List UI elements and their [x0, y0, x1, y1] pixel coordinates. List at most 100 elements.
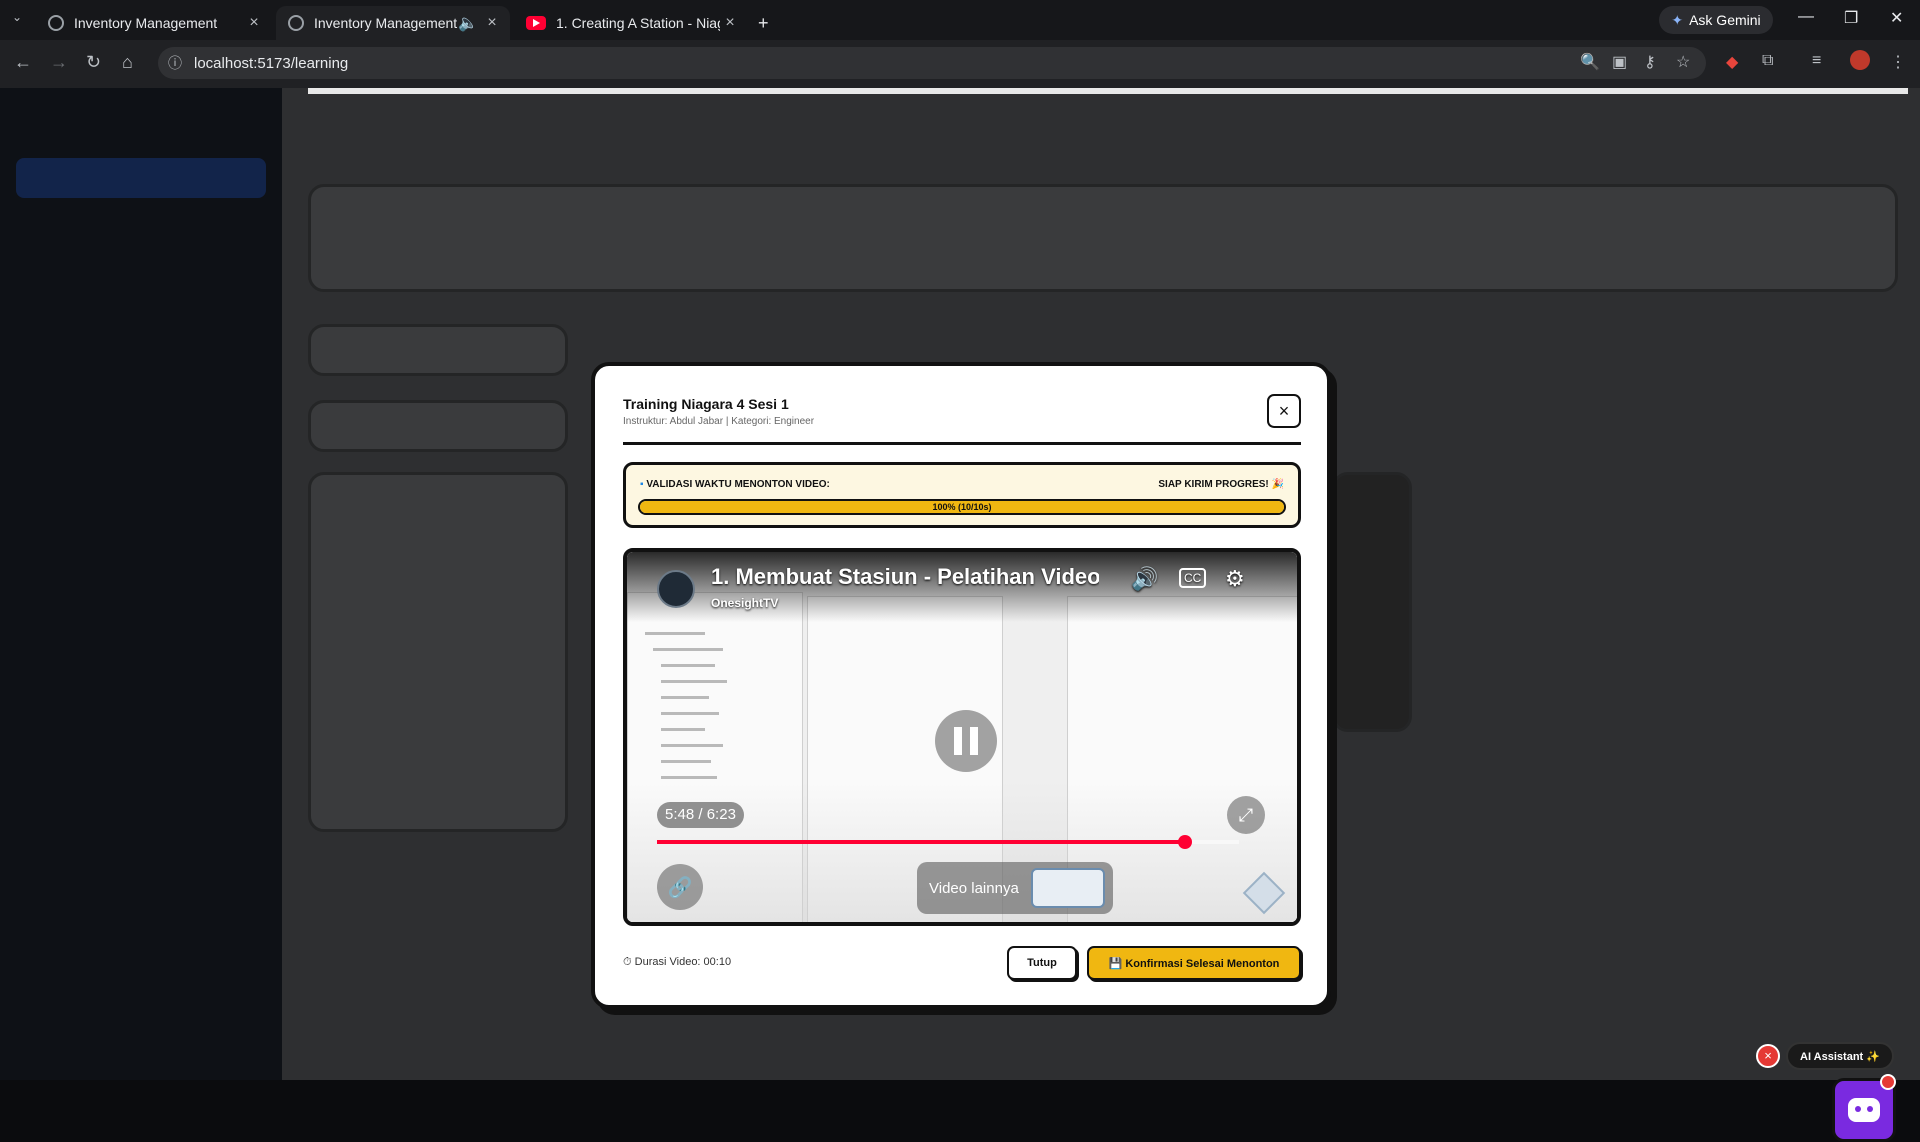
- globe-icon: [288, 15, 304, 31]
- page-viewport: Training Niagara 4 Sesi 1 Instruktur: Ab…: [0, 88, 1920, 1142]
- current-time: 5:48: [665, 806, 695, 823]
- video-tree-row: [661, 680, 727, 683]
- url-text: localhost:5173/learning: [194, 54, 349, 72]
- video-tree-row: [661, 744, 723, 747]
- youtube-player[interactable]: 1. Membuat Stasiun - Pelatihan Video Nia…: [623, 548, 1301, 926]
- top-nav-strip: [308, 88, 1908, 94]
- form-card: [308, 472, 568, 832]
- pause-bar: [954, 727, 962, 755]
- volume-icon[interactable]: 🔊: [1131, 566, 1158, 592]
- modal-subtitle: Instruktur: Abdul Jabar | Kategori: Engi…: [623, 416, 815, 427]
- modal-close-button[interactable]: ×: [1267, 394, 1301, 428]
- info-icon: ▪: [640, 479, 644, 490]
- tab-strip: ⌄ Inventory Management × Inventory Manag…: [0, 0, 1920, 40]
- pause-button[interactable]: [935, 710, 997, 772]
- close-assistant-icon[interactable]: ×: [1756, 1044, 1780, 1068]
- tab-inventory-2[interactable]: Inventory Management 🔈 ×: [276, 6, 510, 40]
- menu-kebab-icon[interactable]: ⋮: [1890, 52, 1906, 72]
- video-modal: Training Niagara 4 Sesi 1 Instruktur: Ab…: [591, 362, 1331, 1009]
- globe-icon: [48, 15, 64, 31]
- watch-validation-box: ▪ VALIDASI WAKTU MENONTON VIDEO: SIAP KI…: [623, 462, 1301, 528]
- video-time: 5:48 / 6:23: [657, 802, 744, 828]
- video-tree-row: [661, 776, 717, 779]
- close-window-icon[interactable]: ✕: [1890, 8, 1903, 28]
- video-tree-row: [661, 728, 705, 731]
- zoom-icon[interactable]: 🔍: [1580, 52, 1600, 72]
- speaker-icon[interactable]: 🔈: [458, 13, 478, 33]
- back-icon[interactable]: ←: [14, 52, 32, 73]
- total-duration: 6:23: [706, 806, 736, 823]
- sidebar-dimmed: [0, 88, 282, 1080]
- media-controls-icon[interactable]: ≡: [1812, 52, 1821, 70]
- browser-chrome: ⌄ Inventory Management × Inventory Manag…: [0, 0, 1920, 88]
- video-tree-row: [661, 712, 719, 715]
- tab-title: Inventory Management: [74, 15, 218, 31]
- clock-icon: ⏱: [623, 956, 632, 968]
- youtube-icon: [526, 16, 546, 30]
- new-tab-button[interactable]: +: [754, 6, 784, 40]
- reload-icon[interactable]: ↻: [86, 52, 101, 73]
- tab-title: Inventory Management: [314, 15, 458, 31]
- home-icon[interactable]: ⌂: [122, 52, 133, 73]
- modal-divider: [623, 442, 1301, 445]
- video-title[interactable]: 1. Membuat Stasiun - Pelatihan Video Nia…: [711, 564, 1099, 590]
- validation-label-text: VALIDASI WAKTU MENONTON VIDEO:: [646, 479, 830, 490]
- tab-inventory-1[interactable]: Inventory Management ×: [36, 6, 272, 40]
- password-key-icon[interactable]: ⚷: [1644, 52, 1656, 72]
- video-tree-row: [653, 648, 723, 651]
- share-link-icon[interactable]: 🔗: [657, 864, 703, 910]
- modal-title: Training Niagara 4 Sesi 1: [623, 396, 789, 412]
- video-tree-row: [661, 760, 711, 763]
- time-separator: /: [694, 806, 707, 823]
- video-tree-row: [661, 664, 715, 667]
- validation-status: SIAP KIRIM PROGRES! 🎉: [1158, 479, 1284, 490]
- address-bar[interactable]: ⓘ localhost:5173/learning: [158, 47, 1706, 79]
- close-tab-icon[interactable]: ×: [244, 14, 264, 32]
- forward-icon[interactable]: →: [50, 52, 68, 73]
- fullscreen-icon[interactable]: ⤢: [1227, 796, 1265, 834]
- header-card: [308, 184, 1898, 292]
- side-card: [1332, 472, 1412, 732]
- tab-youtube[interactable]: 1. Creating A Station - Niagara 4 ×: [514, 6, 748, 40]
- gemini-sparkle-icon: ✦: [1671, 11, 1684, 28]
- video-tree-row: [645, 632, 705, 635]
- filter-card: [308, 400, 568, 452]
- ai-assistant-label[interactable]: AI Assistant ✨: [1786, 1042, 1894, 1070]
- close-tab-icon[interactable]: ×: [482, 14, 502, 32]
- extension-icon[interactable]: ◆: [1726, 52, 1738, 72]
- site-info-icon[interactable]: ⓘ: [168, 53, 182, 73]
- watch-progress-bar: 100% (10/10s): [638, 499, 1286, 515]
- bookmark-star-icon[interactable]: ☆: [1676, 52, 1690, 72]
- close-tab-icon[interactable]: ×: [720, 14, 740, 32]
- video-tree-row: [661, 696, 709, 699]
- minimize-icon[interactable]: —: [1798, 8, 1814, 26]
- seek-bar[interactable]: [657, 835, 1239, 849]
- duration-text: Durasi Video: 00:10: [634, 956, 732, 968]
- settings-gear-icon[interactable]: ⚙: [1225, 566, 1245, 592]
- tab-title: 1. Creating A Station - Niagara 4: [556, 15, 720, 31]
- notification-dot: [1880, 1074, 1896, 1090]
- profile-avatar[interactable]: [1850, 50, 1870, 70]
- extensions-puzzle-icon[interactable]: ⧉: [1762, 52, 1773, 70]
- more-videos-button[interactable]: Video lainnya: [917, 862, 1113, 914]
- ask-gemini-label: Ask Gemini: [1689, 12, 1761, 28]
- validation-label: ▪ VALIDASI WAKTU MENONTON VIDEO:: [640, 479, 830, 490]
- captions-icon[interactable]: CC: [1179, 568, 1207, 588]
- seek-bar-played: [657, 840, 1186, 844]
- sidebar-active-item: [16, 158, 266, 198]
- more-videos-thumbnail: [1030, 868, 1105, 908]
- confirm-watched-button[interactable]: 💾 Konfirmasi Selesai Menonton: [1087, 946, 1301, 980]
- install-app-icon[interactable]: ▣: [1612, 52, 1627, 72]
- channel-name[interactable]: OnesightTV: [711, 596, 778, 610]
- more-videos-label: Video lainnya: [929, 879, 1019, 897]
- robot-icon: [1848, 1098, 1880, 1122]
- video-duration-label: ⏱ Durasi Video: 00:10: [623, 956, 731, 969]
- pause-bar: [970, 727, 978, 755]
- ask-gemini-button[interactable]: ✦ Ask Gemini: [1659, 6, 1773, 34]
- tab-card: [308, 324, 568, 376]
- close-button[interactable]: Tutup: [1007, 946, 1077, 980]
- restore-icon[interactable]: ❐: [1844, 8, 1858, 28]
- watch-progress-text: 100% (10/10s): [932, 502, 992, 512]
- channel-avatar[interactable]: [657, 570, 695, 608]
- tab-search-icon[interactable]: ⌄: [12, 10, 22, 24]
